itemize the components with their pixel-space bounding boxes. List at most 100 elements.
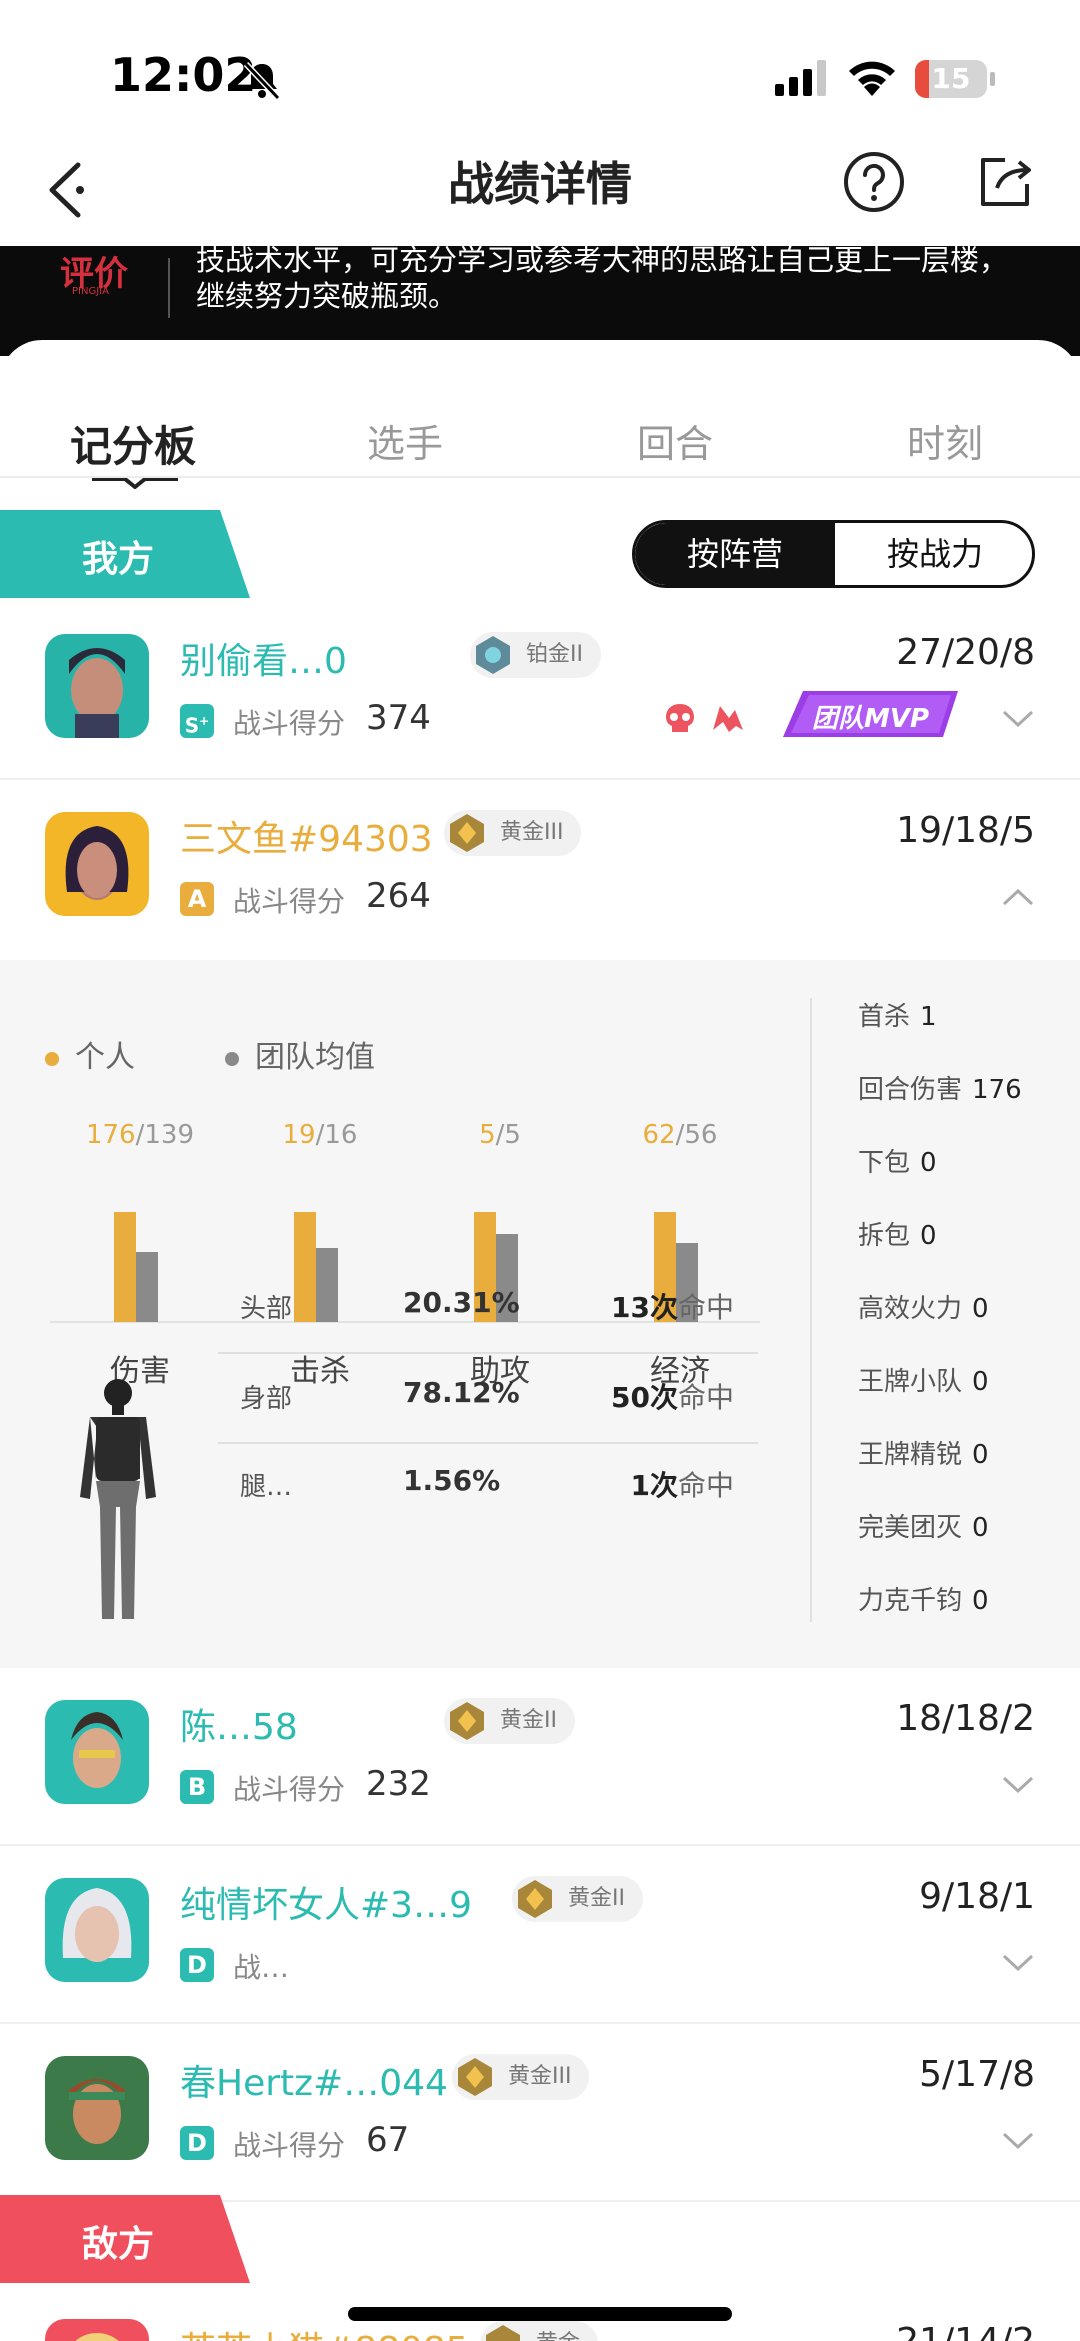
bar-value-label: 176/139 [85, 1120, 195, 1150]
our-team-label: 我方 [82, 539, 155, 580]
page-title: 战绩详情 [448, 157, 632, 211]
legend-personal: 个人 [45, 1032, 135, 1076]
tab-moments[interactable]: 时刻 [907, 413, 983, 468]
rank-badge: 黄金III [444, 810, 582, 856]
hit-pct: 78.12% [403, 1376, 520, 1409]
bar-value-label: 62/56 [642, 1120, 718, 1150]
player-avatar [45, 2056, 149, 2160]
bar-value-label: 5/5 [479, 1120, 521, 1150]
scoreboard-card: 记分板 选手 回合 时刻 我方 按阵营 按战力 别偷看…0 铂金II S+ 战斗… [0, 340, 1080, 2341]
bar-personal [114, 1212, 136, 1322]
evaluation-logo-sub: PINGJIA [72, 286, 109, 297]
player-name: 别偷看…0 [180, 641, 347, 682]
kda-value: 5/17/8 [919, 2054, 1035, 2095]
kda-value: 19/18/5 [896, 810, 1035, 851]
stat-item: 王牌精锐 0 [858, 1440, 989, 1470]
battery-tip [990, 72, 995, 86]
hit-row-head: 头部 20.31% 13次命中 [218, 1260, 758, 1348]
player-avatar [45, 634, 149, 738]
chevron-down-icon[interactable] [1001, 1773, 1035, 1797]
sort-by-camp-button[interactable]: 按阵营 [635, 523, 835, 585]
grade-badge: B [180, 1770, 214, 1804]
kda-value: 9/18/1 [919, 1876, 1035, 1917]
stat-item: 高效火力 0 [858, 1294, 989, 1324]
tab-rounds[interactable]: 回合 [637, 413, 713, 468]
score-value: 374 [366, 698, 431, 738]
chevron-down-icon[interactable] [1001, 707, 1035, 731]
chevron-down-icon[interactable] [1001, 2129, 1035, 2153]
sort-toggle: 按阵营 按战力 [632, 520, 1035, 588]
stat-item: 首杀 1 [858, 1002, 937, 1032]
stat-item: 王牌小队 0 [858, 1367, 989, 1397]
score-value: 67 [366, 2120, 410, 2160]
hit-row-body: 身部 78.12% 50次命中 [218, 1350, 758, 1438]
gold-rank-icon [450, 1702, 484, 1740]
home-indicator [348, 2307, 732, 2321]
stat-item: 回合伤害 176 [858, 1075, 1022, 1105]
hit-count: 1次命中 [630, 1469, 734, 1502]
rank-label: 铂金II [526, 642, 583, 667]
rank-badge: 铂金II [470, 632, 601, 678]
hit-count: 50次命中 [611, 1381, 734, 1414]
score-value: 264 [366, 876, 431, 916]
chevron-down-icon[interactable] [1001, 1951, 1035, 1975]
share-icon[interactable] [975, 154, 1035, 210]
cellular-signal-icon [775, 60, 826, 96]
player-avatar [45, 1700, 149, 1804]
status-time: 12:02 [110, 48, 257, 102]
hit-count: 13次命中 [611, 1291, 734, 1324]
gold-rank-icon [518, 1880, 552, 1918]
player-row[interactable]: 春Hertz#…044 黄金III D 战斗得分 67 5/17/8 [0, 2024, 1080, 2202]
player-row[interactable]: 陈…58 黄金II B 战斗得分 232 18/18/2 [0, 1668, 1080, 1846]
score-label: 战斗得分 [233, 1773, 346, 1806]
player-name: 三文鱼#94303 [180, 819, 433, 860]
grade-badge: D [180, 1948, 214, 1982]
flag-icon [713, 706, 743, 732]
help-icon[interactable] [842, 150, 906, 214]
stat-item: 完美团灭 0 [858, 1513, 989, 1543]
banner-divider [168, 258, 170, 318]
kda-value: 21/14/2 [896, 2321, 1035, 2341]
hit-part: 头部 [240, 1294, 293, 1324]
evaluation-text: 技战术水平，可充分学习或参考大神的思路让自己更上一层楼，继续努力突破瓶颈。 [196, 243, 1009, 313]
bar-team-avg [136, 1252, 158, 1322]
bar-value-label: 19/16 [282, 1120, 358, 1150]
mvp-badge: 团队MVP [783, 687, 958, 741]
enemy-team-label: 敌方 [82, 2224, 155, 2265]
stat-item: 拆包 0 [858, 1221, 937, 1251]
hit-row-legs: 腿… 1.56% 1次命中 [218, 1438, 758, 1526]
player-row[interactable]: 三文鱼#94303 黄金III A 战斗得分 264 19/18/5 [0, 780, 1080, 958]
chevron-up-icon[interactable] [1001, 885, 1035, 909]
hit-pct: 20.31% [403, 1286, 520, 1319]
skull-icon [666, 704, 694, 732]
gold-rank-icon [486, 2325, 520, 2341]
sort-by-power-button[interactable]: 按战力 [835, 523, 1032, 585]
player-row[interactable]: 纯情坏女人#3…9 黄金II D 战… 9/18/1 [0, 1846, 1080, 2024]
tab-scoreboard[interactable]: 记分板 [70, 413, 196, 474]
player-detail-panel: 个人 团队均值 176/139 伤害 19/16 击杀 5/5 助攻 62/56 经济 头部 … [0, 960, 1080, 1668]
rank-badge: 黄金 [480, 2321, 599, 2341]
battery-indicator: 15 [915, 60, 987, 98]
score-value: 232 [366, 1764, 431, 1804]
kda-value: 27/20/8 [896, 632, 1035, 673]
rank-label: 黄金II [500, 1708, 557, 1733]
grade-badge: A [180, 882, 214, 916]
gold-rank-icon [450, 814, 484, 852]
kda-value: 18/18/2 [896, 1698, 1035, 1739]
rank-badge: 黄金II [444, 1698, 575, 1744]
hit-pct: 1.56% [403, 1464, 501, 1497]
score-label: 战斗得分 [233, 2129, 346, 2162]
player-avatar [45, 2319, 149, 2341]
score-label: 战… [233, 1951, 290, 1984]
battery-level: 15 [931, 62, 971, 95]
tabs-divider [0, 476, 1080, 478]
grade-badge: D [180, 2126, 214, 2160]
enemy-team-label-wrap: 敌方 [0, 2195, 250, 2283]
rank-label: 黄金III [508, 2064, 572, 2089]
score-label: 战斗得分 [233, 885, 346, 918]
player-row[interactable]: 别偷看…0 铂金II S+ 战斗得分 374 27/20/8 团队MVP [0, 602, 1080, 780]
tab-players[interactable]: 选手 [367, 413, 443, 468]
tab-bar: 记分板 选手 回合 时刻 [0, 375, 1080, 489]
rank-badge: 黄金II [512, 1876, 643, 1922]
rank-label: 黄金 [536, 2331, 580, 2341]
